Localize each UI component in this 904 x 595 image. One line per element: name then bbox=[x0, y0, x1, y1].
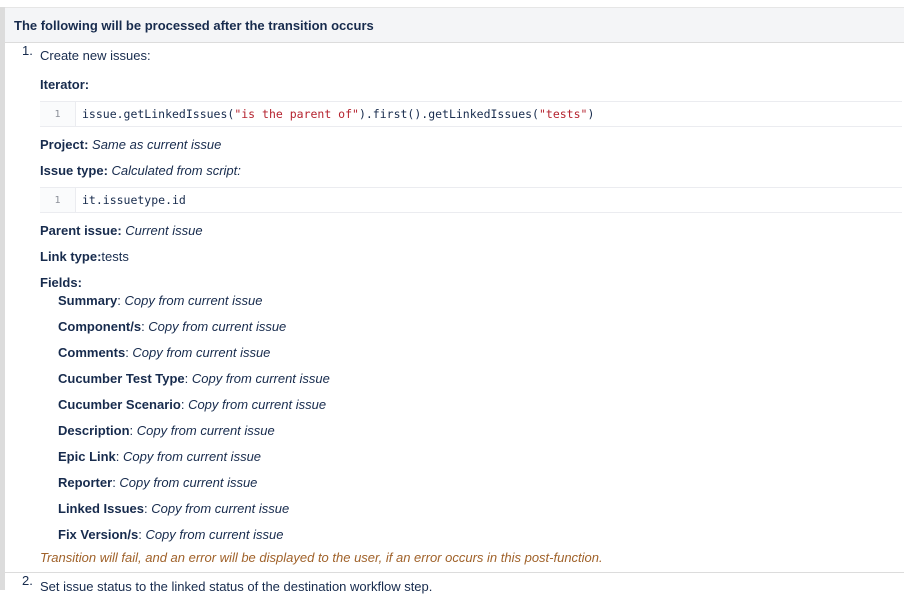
field-row: Description: Copy from current issue bbox=[58, 423, 275, 438]
project-row: Project: Same as current issue bbox=[40, 137, 904, 153]
field-name: Cucumber Scenario bbox=[58, 397, 181, 412]
code-segment: issue.getLinkedIssues( bbox=[82, 107, 235, 121]
iterator-label: Iterator: bbox=[40, 77, 90, 92]
link-type-value: tests bbox=[101, 249, 129, 264]
project-value: Same as current issue bbox=[92, 137, 222, 152]
post-function-item-1: 1. Create new issues: Iterator: 1 issue.… bbox=[5, 43, 904, 565]
field-name: Cucumber Test Type bbox=[58, 371, 185, 386]
field-row: Reporter: Copy from current issue bbox=[58, 475, 258, 490]
panel-title: The following will be processed after th… bbox=[14, 17, 374, 33]
step-title: Create new issues: bbox=[40, 48, 151, 63]
field-value: Copy from current issue bbox=[191, 371, 330, 386]
field-row: Comments: Copy from current issue bbox=[58, 345, 271, 360]
field-row: Summary: Copy from current issue bbox=[58, 293, 263, 308]
parent-issue-row: Parent issue: Current issue bbox=[40, 223, 904, 239]
field-value: Copy from current issue bbox=[148, 319, 287, 334]
field-value: Copy from current issue bbox=[119, 475, 258, 490]
link-type-row: Link type:tests bbox=[40, 249, 904, 265]
code-segment: ) bbox=[587, 107, 595, 121]
code-string: "tests" bbox=[538, 107, 588, 121]
item-number: 1. bbox=[22, 43, 33, 58]
fields-list: Summary: Copy from current issue Compone… bbox=[40, 293, 904, 543]
field-value: Copy from current issue bbox=[124, 293, 263, 308]
field-row: Fix Version/s: Copy from current issue bbox=[58, 527, 284, 542]
field-value: Copy from current issue bbox=[151, 501, 290, 516]
error-warning-text: Transition will fail, and an error will … bbox=[40, 550, 603, 565]
issue-type-row: Issue type: Calculated from script: bbox=[40, 163, 904, 179]
parent-issue-value: Current issue bbox=[125, 223, 203, 238]
field-row: Cucumber Test Type: Copy from current is… bbox=[58, 371, 330, 386]
code-segment: ).first().getLinkedIssues( bbox=[358, 107, 539, 121]
field-value: Copy from current issue bbox=[132, 345, 271, 360]
issue-type-code: it.issuetype.id bbox=[82, 193, 186, 207]
post-functions-panel: The following will be processed after th… bbox=[0, 7, 904, 594]
parent-issue-label: Parent issue: bbox=[40, 223, 122, 238]
field-name: Description bbox=[58, 423, 130, 438]
code-string: "is the parent of" bbox=[234, 107, 359, 121]
issue-type-label: Issue type: bbox=[40, 163, 108, 178]
iterator-code-block: 1 issue.getLinkedIssues("is the parent o… bbox=[40, 101, 902, 127]
field-row: Cucumber Scenario: Copy from current iss… bbox=[58, 397, 327, 412]
field-name: Reporter bbox=[58, 475, 113, 490]
field-name: Fix Version/s bbox=[58, 527, 139, 542]
field-name: Epic Link bbox=[58, 449, 116, 464]
panel-header: The following will be processed after th… bbox=[5, 7, 904, 43]
link-type-label: Link type: bbox=[40, 249, 102, 264]
field-value: Copy from current issue bbox=[136, 423, 275, 438]
line-number: 1 bbox=[40, 188, 76, 212]
issue-type-code-block: 1 it.issuetype.id bbox=[40, 187, 902, 213]
line-number: 1 bbox=[40, 102, 76, 126]
field-row: Linked Issues: Copy from current issue bbox=[58, 501, 290, 516]
field-value: Copy from current issue bbox=[145, 527, 284, 542]
iterator-code: issue.getLinkedIssues("is the parent of"… bbox=[76, 107, 594, 121]
field-name: Component/s bbox=[58, 319, 142, 334]
item-number: 2. bbox=[22, 573, 33, 588]
field-name: Linked Issues bbox=[58, 501, 144, 516]
field-value: Copy from current issue bbox=[188, 397, 327, 412]
field-row: Epic Link: Copy from current issue bbox=[58, 449, 262, 464]
project-label: Project: bbox=[40, 137, 89, 152]
field-name: Comments bbox=[58, 345, 126, 360]
field-value: Copy from current issue bbox=[123, 449, 262, 464]
post-function-item-2: 2. Set issue status to the linked status… bbox=[5, 573, 904, 595]
fields-label: Fields: bbox=[40, 275, 82, 290]
issue-type-value: Calculated from script: bbox=[111, 163, 241, 178]
step-title: Set issue status to the linked status of… bbox=[40, 579, 433, 594]
field-name: Summary bbox=[58, 293, 118, 308]
field-row: Component/s: Copy from current issue bbox=[58, 319, 287, 334]
